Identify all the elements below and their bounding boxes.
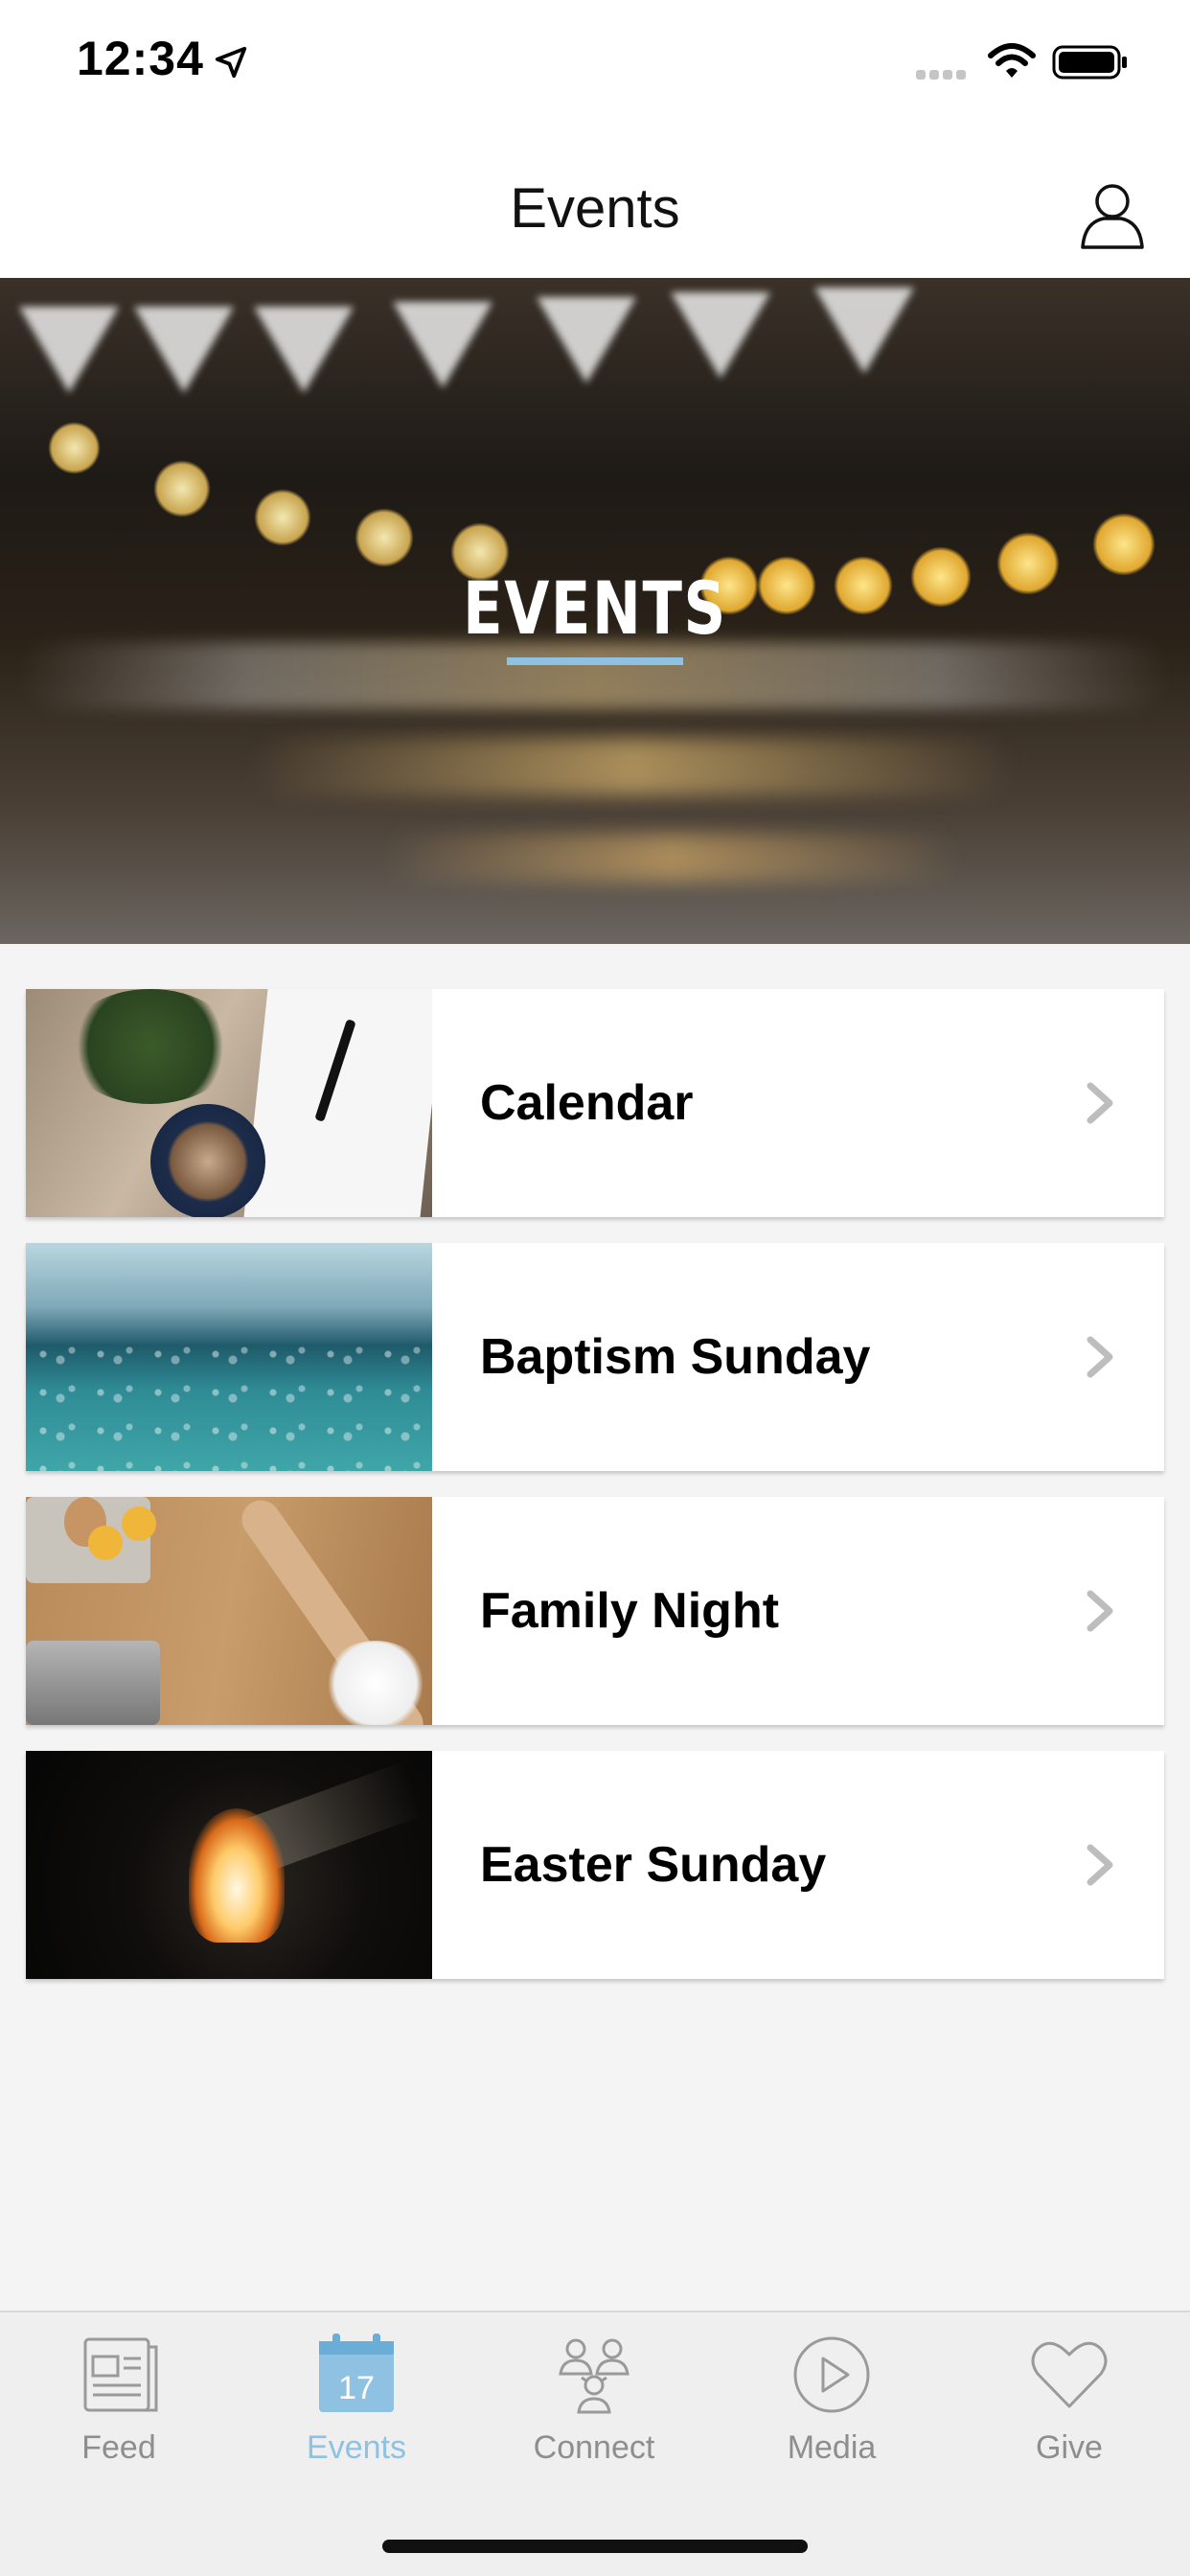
- tab-media[interactable]: Media: [713, 2332, 950, 2467]
- profile-icon[interactable]: [1077, 180, 1148, 251]
- tab-bar: Feed 17 Events Connect Media Give: [0, 2311, 1190, 2576]
- event-thumbnail-baptism-sunday: [26, 1243, 432, 1471]
- chevron-right-icon: [1087, 1336, 1113, 1378]
- calendar-icon-date: 17: [338, 2370, 375, 2406]
- location-arrow-icon: [215, 46, 247, 79]
- play-icon: [793, 2336, 870, 2413]
- status-bar: 12:34: [0, 0, 1190, 134]
- heart-icon: [1031, 2341, 1108, 2408]
- page-title: Events: [510, 177, 680, 240]
- event-thumbnail-easter-sunday: [26, 1751, 432, 1979]
- navigation-header: Events: [0, 134, 1190, 278]
- battery-icon: [1052, 45, 1127, 80]
- event-card-baptism-sunday[interactable]: Baptism Sunday: [26, 1243, 1164, 1471]
- chevron-right-icon: [1087, 1844, 1113, 1886]
- status-time: 12:34: [77, 32, 204, 85]
- event-thumbnail-calendar: [26, 989, 432, 1217]
- tab-label-media: Media: [787, 2429, 877, 2466]
- event-label: Calendar: [480, 1075, 694, 1131]
- tab-label-connect: Connect: [533, 2429, 655, 2466]
- event-thumbnail-family-night: [26, 1497, 432, 1725]
- hero-banner: EVENTS: [0, 278, 1190, 944]
- event-card-calendar[interactable]: Calendar: [26, 989, 1164, 1217]
- event-label: Baptism Sunday: [480, 1329, 871, 1385]
- tab-feed[interactable]: Feed: [0, 2332, 238, 2467]
- wifi-icon: [988, 43, 1036, 78]
- event-label: Family Night: [480, 1583, 780, 1639]
- tab-give[interactable]: Give: [950, 2332, 1188, 2467]
- cellular-signal-icon: [916, 67, 972, 80]
- event-label: Easter Sunday: [480, 1837, 827, 1893]
- event-card-family-night[interactable]: Family Night: [26, 1497, 1164, 1725]
- tab-connect[interactable]: Connect: [475, 2332, 713, 2467]
- tab-label-feed: Feed: [81, 2429, 156, 2466]
- tab-label-give: Give: [1036, 2429, 1103, 2466]
- hero-title-underline: [507, 657, 683, 665]
- chevron-right-icon: [1087, 1590, 1113, 1632]
- event-list: Calendar Baptism Sunday Family Night Eas…: [26, 989, 1164, 2005]
- home-indicator[interactable]: [382, 2540, 808, 2553]
- calendar-icon: 17: [319, 2334, 394, 2412]
- tab-events[interactable]: 17 Events: [238, 2332, 475, 2467]
- event-card-easter-sunday[interactable]: Easter Sunday: [26, 1751, 1164, 1979]
- people-icon: [559, 2338, 629, 2414]
- tab-label-events: Events: [307, 2429, 406, 2466]
- hero-title: EVENTS: [463, 565, 727, 651]
- newspaper-icon: [83, 2337, 158, 2412]
- chevron-right-icon: [1087, 1082, 1113, 1124]
